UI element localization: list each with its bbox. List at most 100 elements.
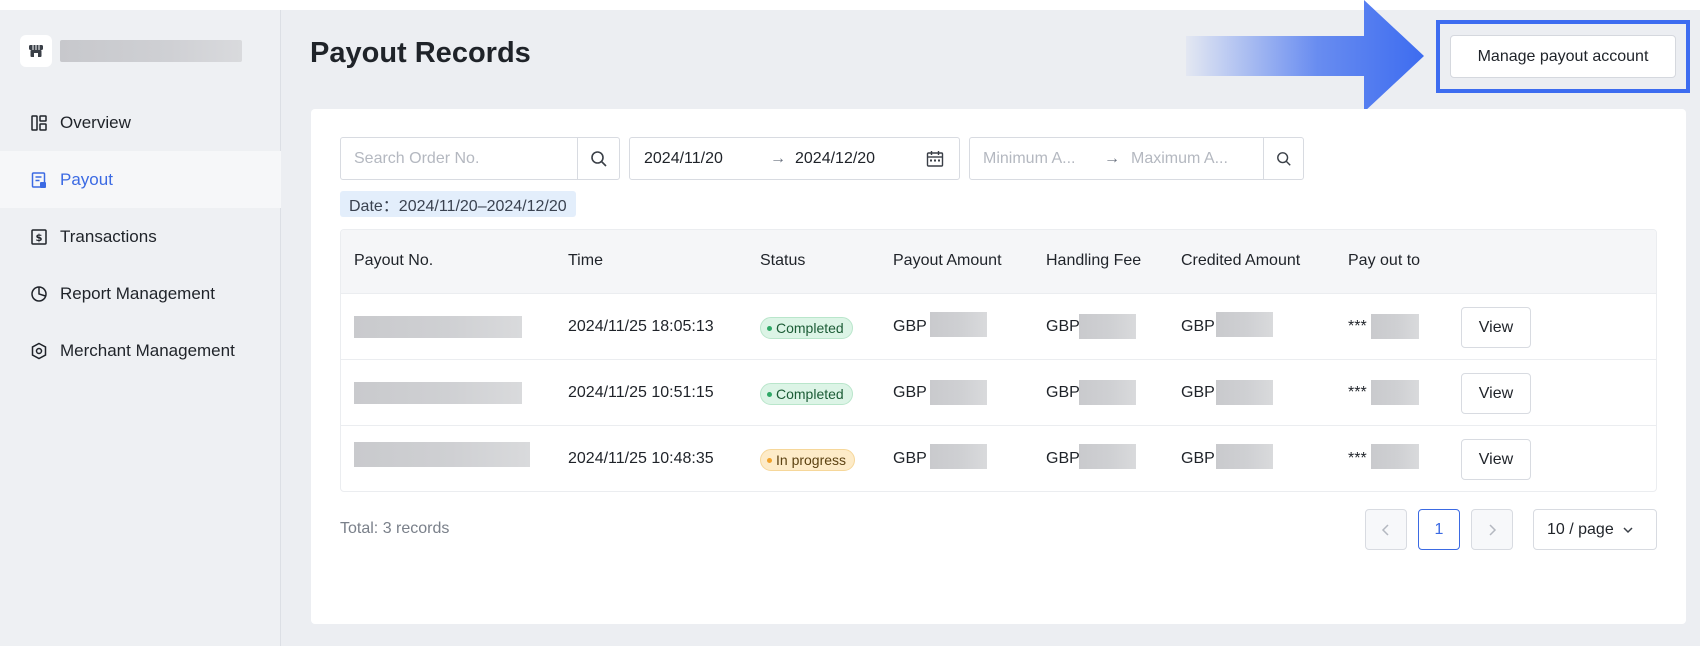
credited-amount-redacted xyxy=(1216,444,1273,469)
row-time: 2024/11/25 18:05:13 xyxy=(568,318,714,335)
range-separator: → xyxy=(770,149,786,167)
sidebar-item-report-management[interactable]: Report Management xyxy=(0,265,281,322)
column-header: Payout Amount xyxy=(893,252,1002,269)
payout-amount-redacted xyxy=(930,444,987,469)
account-redacted xyxy=(1371,444,1419,469)
document-icon xyxy=(30,171,48,189)
sidebar-item-label: Merchant Management xyxy=(60,340,235,360)
max-amount-input[interactable]: Maximum A... xyxy=(1131,150,1228,168)
fee-currency: GBP xyxy=(1046,450,1080,467)
brand xyxy=(20,35,242,67)
next-page-button[interactable] xyxy=(1471,509,1513,550)
status-badge: In progress xyxy=(760,449,856,471)
store-icon xyxy=(20,35,52,67)
credited-currency: GBP xyxy=(1181,384,1215,401)
credited-amount-redacted xyxy=(1216,312,1273,337)
layout-icon xyxy=(30,114,48,132)
column-header: Payout No. xyxy=(354,252,434,269)
date-start[interactable]: 2024/11/20 xyxy=(644,150,723,168)
search-icon xyxy=(590,150,607,167)
chevron-left-icon xyxy=(1381,523,1389,536)
sidebar-item-label: Report Management xyxy=(60,283,215,303)
total-records: Total: 3 records xyxy=(340,520,450,537)
search-button[interactable] xyxy=(577,138,619,179)
sidebar-item-payout[interactable]: Payout xyxy=(0,151,281,208)
amount-range-filter: Minimum A... → Maximum A... xyxy=(969,137,1304,180)
fee-redacted xyxy=(1079,314,1136,339)
sidebar: Overview Payout $ Transactions Report Ma… xyxy=(0,10,281,646)
column-header: Time xyxy=(568,252,603,269)
payout-no-redacted xyxy=(354,316,522,338)
fee-redacted xyxy=(1079,444,1136,469)
date-end[interactable]: 2024/12/20 xyxy=(795,150,875,168)
payout-records-card: 2024/11/20 → 2024/12/20 Minimum A... → M… xyxy=(311,109,1686,624)
row-time: 2024/11/25 10:51:15 xyxy=(568,384,714,401)
fee-currency: GBP xyxy=(1046,318,1080,335)
pay-out-to-masked: *** xyxy=(1348,450,1367,467)
status-dot-icon xyxy=(767,325,772,331)
dollar-icon: $ xyxy=(30,228,48,246)
column-header: Pay out to xyxy=(1348,252,1421,269)
order-search xyxy=(340,137,620,180)
chevron-down-icon xyxy=(1623,526,1633,533)
status-dot-icon xyxy=(767,457,772,463)
fee-redacted xyxy=(1079,380,1136,405)
search-order-input[interactable] xyxy=(341,138,577,179)
sidebar-item-transactions[interactable]: $ Transactions xyxy=(0,208,281,265)
merchant-name-redacted xyxy=(60,40,242,62)
search-icon xyxy=(1276,151,1291,166)
pay-out-to-masked: *** xyxy=(1348,384,1367,401)
prev-page-button[interactable] xyxy=(1365,509,1407,550)
view-button[interactable]: View xyxy=(1461,307,1531,348)
column-header: Handling Fee xyxy=(1046,252,1142,269)
page-1-button[interactable]: 1 xyxy=(1418,509,1460,550)
account-redacted xyxy=(1371,314,1419,339)
status-dot-icon xyxy=(767,391,772,397)
view-button[interactable]: View xyxy=(1461,373,1531,414)
payout-amount-redacted xyxy=(930,312,987,337)
svg-text:$: $ xyxy=(36,233,43,244)
table-row: 2024/11/25 18:05:13 Completed GBP GBP GB… xyxy=(341,293,1656,359)
credited-currency: GBP xyxy=(1181,450,1215,467)
sidebar-nav: Overview Payout $ Transactions Report Ma… xyxy=(0,94,281,379)
active-filter-tag: Date：2024/11/20–2024/12/20 xyxy=(340,191,576,217)
payout-currency: GBP xyxy=(893,384,927,401)
row-time: 2024/11/25 10:48:35 xyxy=(568,450,714,467)
hexagon-icon xyxy=(30,342,48,360)
view-button[interactable]: View xyxy=(1461,439,1531,480)
account-redacted xyxy=(1371,380,1419,405)
payout-currency: GBP xyxy=(893,450,927,467)
date-range-picker[interactable]: 2024/11/20 → 2024/12/20 xyxy=(629,137,960,180)
arrow-right-icon xyxy=(1186,0,1424,112)
status-label: Completed xyxy=(776,386,844,402)
sidebar-item-label: Transactions xyxy=(60,226,157,246)
table-row: 2024/11/25 10:48:35 In progress GBP GBP … xyxy=(341,425,1656,491)
sidebar-item-overview[interactable]: Overview xyxy=(0,94,281,151)
pay-out-to-masked: *** xyxy=(1348,318,1367,335)
sidebar-item-label: Payout xyxy=(60,169,113,189)
credited-currency: GBP xyxy=(1181,318,1215,335)
status-label: Completed xyxy=(776,320,844,336)
sidebar-item-label: Overview xyxy=(60,112,131,132)
fee-currency: GBP xyxy=(1046,384,1080,401)
amount-search-button[interactable] xyxy=(1263,138,1303,179)
credited-amount-redacted xyxy=(1216,380,1273,405)
payout-amount-redacted xyxy=(930,380,987,405)
payout-no-redacted xyxy=(354,382,522,404)
page-size-select[interactable]: 10 / page xyxy=(1533,509,1657,550)
chevron-right-icon xyxy=(1489,523,1497,536)
page-title: Payout Records xyxy=(310,37,531,69)
payout-no-redacted xyxy=(354,442,530,467)
payout-currency: GBP xyxy=(893,318,927,335)
status-badge: Completed xyxy=(760,383,853,405)
manage-payout-account-button[interactable]: Manage payout account xyxy=(1450,35,1676,78)
table-header: Payout No. Time Status Payout Amount Han… xyxy=(341,230,1656,293)
min-amount-input[interactable]: Minimum A... xyxy=(983,150,1075,168)
status-label: In progress xyxy=(776,452,847,468)
pie-chart-icon xyxy=(30,285,48,303)
status-badge: Completed xyxy=(760,317,853,339)
column-header: Status xyxy=(760,252,806,269)
range-separator: → xyxy=(1104,149,1120,167)
sidebar-item-merchant-management[interactable]: Merchant Management xyxy=(0,322,281,379)
table-row: 2024/11/25 10:51:15 Completed GBP GBP GB… xyxy=(341,359,1656,425)
